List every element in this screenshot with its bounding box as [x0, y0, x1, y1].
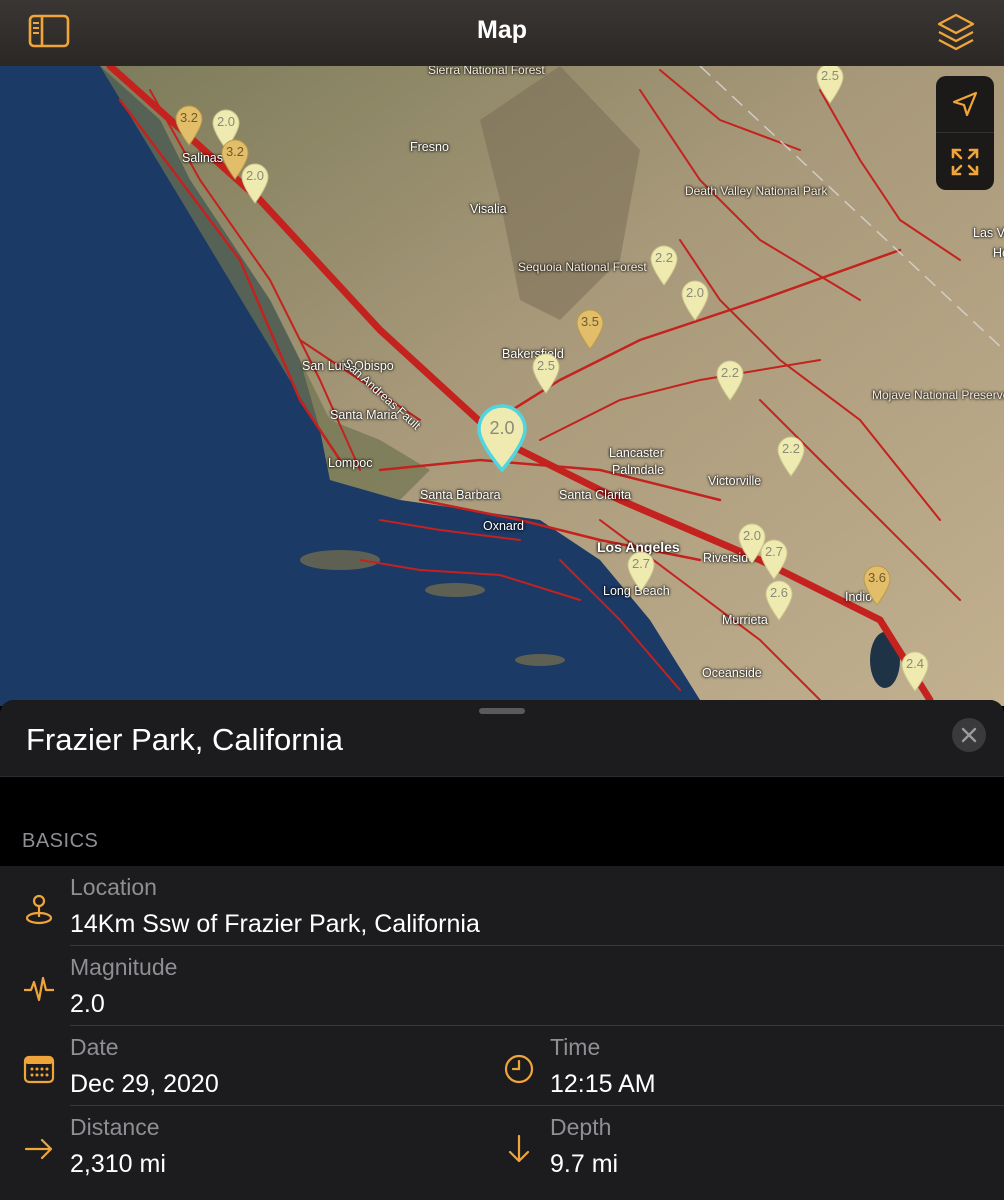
- earthquake-pin[interactable]: 2.6: [764, 579, 794, 621]
- pin-magnitude: 3.6: [867, 570, 887, 585]
- city-label: Las Ve: [973, 226, 1004, 240]
- pin-magnitude: 2.5: [820, 68, 840, 83]
- earthquake-pin[interactable]: 2.4: [900, 650, 930, 692]
- park-label: Mojave National Preserve: [872, 388, 1004, 402]
- park-label: Sierra National Forest: [428, 66, 545, 77]
- pin-magnitude: 2.2: [654, 250, 674, 265]
- depth-value: 9.7 mi: [550, 1150, 619, 1178]
- pin-magnitude: 3.5: [580, 314, 600, 329]
- calendar-icon: [22, 1052, 56, 1086]
- pin-magnitude: 2.7: [764, 544, 784, 559]
- clock-icon: [502, 1052, 536, 1086]
- arrow-right-icon: [22, 1132, 56, 1166]
- city-label: Lancaster: [609, 446, 664, 460]
- pin-magnitude: 2.0: [685, 285, 705, 300]
- selected-pin-magnitude: 2.0: [489, 418, 515, 438]
- park-label: Sequoia National Forest: [518, 260, 647, 274]
- earthquake-pin[interactable]: 3.6: [862, 564, 892, 606]
- location-label: Location: [70, 874, 157, 900]
- detail-sheet: Frazier Park, California BASICS Location…: [0, 700, 1004, 1200]
- basics-card: Location 14Km Ssw of Frazier Park, Calif…: [0, 866, 1004, 1200]
- section-title: BASICS: [22, 830, 99, 852]
- earthquake-pin[interactable]: 2.7: [626, 550, 656, 592]
- city-label: Santa Clarita: [559, 488, 632, 502]
- city-label: Salinas: [182, 151, 223, 165]
- map-view[interactable]: Salinas Fresno Visalia Bakersfield San L…: [0, 66, 1004, 706]
- city-label: Murrieta: [722, 613, 768, 627]
- city-label: Santa Barbara: [420, 488, 501, 502]
- city-label: Fresno: [410, 140, 449, 154]
- pin-magnitude: 2.2: [781, 441, 801, 456]
- city-label: Visalia: [470, 202, 507, 216]
- pin-magnitude: 3.2: [225, 144, 245, 159]
- distance-label: Distance: [70, 1114, 160, 1140]
- pin-magnitude: 2.2: [720, 365, 740, 380]
- city-label: Lompoc: [328, 456, 373, 470]
- arrow-down-icon: [502, 1132, 536, 1166]
- expand-icon[interactable]: [936, 134, 994, 190]
- close-button[interactable]: [952, 718, 986, 752]
- city-label: Oxnard: [483, 519, 524, 533]
- drag-handle[interactable]: [479, 708, 525, 714]
- layers-icon[interactable]: [936, 12, 976, 54]
- magnitude-row: Magnitude 2.0: [0, 946, 1004, 1026]
- magnitude-value: 2.0: [70, 990, 105, 1018]
- navigation-bar: Map: [0, 0, 1004, 66]
- location-pin-icon: [22, 892, 56, 926]
- divider: [936, 132, 994, 133]
- pin-magnitude: 2.0: [245, 168, 265, 183]
- earthquake-pin[interactable]: 2.2: [649, 244, 679, 286]
- location-row: Location 14Km Ssw of Frazier Park, Calif…: [0, 866, 1004, 946]
- close-icon: [961, 727, 977, 743]
- satellite-map-background: [0, 66, 1004, 706]
- pin-magnitude: 2.7: [631, 556, 651, 571]
- earthquake-pin[interactable]: 3.2: [174, 104, 204, 146]
- date-time-row: Date Dec 29, 2020 Time 12:15 AM: [0, 1026, 1004, 1106]
- selected-earthquake-pin[interactable]: 2.0: [476, 404, 528, 473]
- magnitude-label: Magnitude: [70, 954, 178, 980]
- earthquake-pin[interactable]: 2.2: [776, 435, 806, 477]
- page-title: Map: [477, 16, 527, 44]
- time-value: 12:15 AM: [550, 1070, 656, 1098]
- city-label: Santa Maria: [330, 408, 398, 422]
- depth-label: Depth: [550, 1114, 612, 1140]
- distance-value: 2,310 mi: [70, 1150, 166, 1178]
- location-arrow-icon[interactable]: [936, 76, 994, 132]
- earthquake-pin[interactable]: 2.2: [715, 359, 745, 401]
- distance-depth-row: Distance 2,310 mi Depth 9.7 mi: [0, 1106, 1004, 1186]
- pin-magnitude: 2.0: [216, 114, 236, 129]
- earthquake-pin[interactable]: 2.0: [240, 162, 270, 204]
- earthquake-pin[interactable]: 3.5: [575, 308, 605, 350]
- place-title: Frazier Park, California: [26, 722, 343, 757]
- date-value: Dec 29, 2020: [70, 1070, 219, 1098]
- park-label: Death Valley National Park: [685, 184, 828, 198]
- city-label: Victorville: [708, 474, 762, 488]
- time-label: Time: [550, 1034, 601, 1060]
- pin-magnitude: 2.5: [536, 358, 556, 373]
- pin-magnitude: 3.2: [179, 110, 199, 125]
- pin-magnitude: 2.4: [905, 656, 925, 671]
- map-controls: [936, 76, 994, 190]
- earthquake-pin[interactable]: 2.0: [680, 279, 710, 321]
- city-label: Oceanside: [702, 666, 762, 680]
- city-label: He: [993, 246, 1004, 260]
- waveform-icon: [22, 972, 56, 1006]
- city-label: Palmdale: [612, 463, 665, 477]
- location-value: 14Km Ssw of Frazier Park, California: [70, 910, 480, 938]
- earthquake-pin[interactable]: 2.7: [759, 538, 789, 580]
- earthquake-pin[interactable]: 2.5: [815, 66, 845, 104]
- earthquake-pin[interactable]: 2.5: [531, 352, 561, 394]
- divider: [0, 776, 1004, 777]
- date-label: Date: [70, 1034, 119, 1060]
- pin-magnitude: 2.6: [769, 585, 789, 600]
